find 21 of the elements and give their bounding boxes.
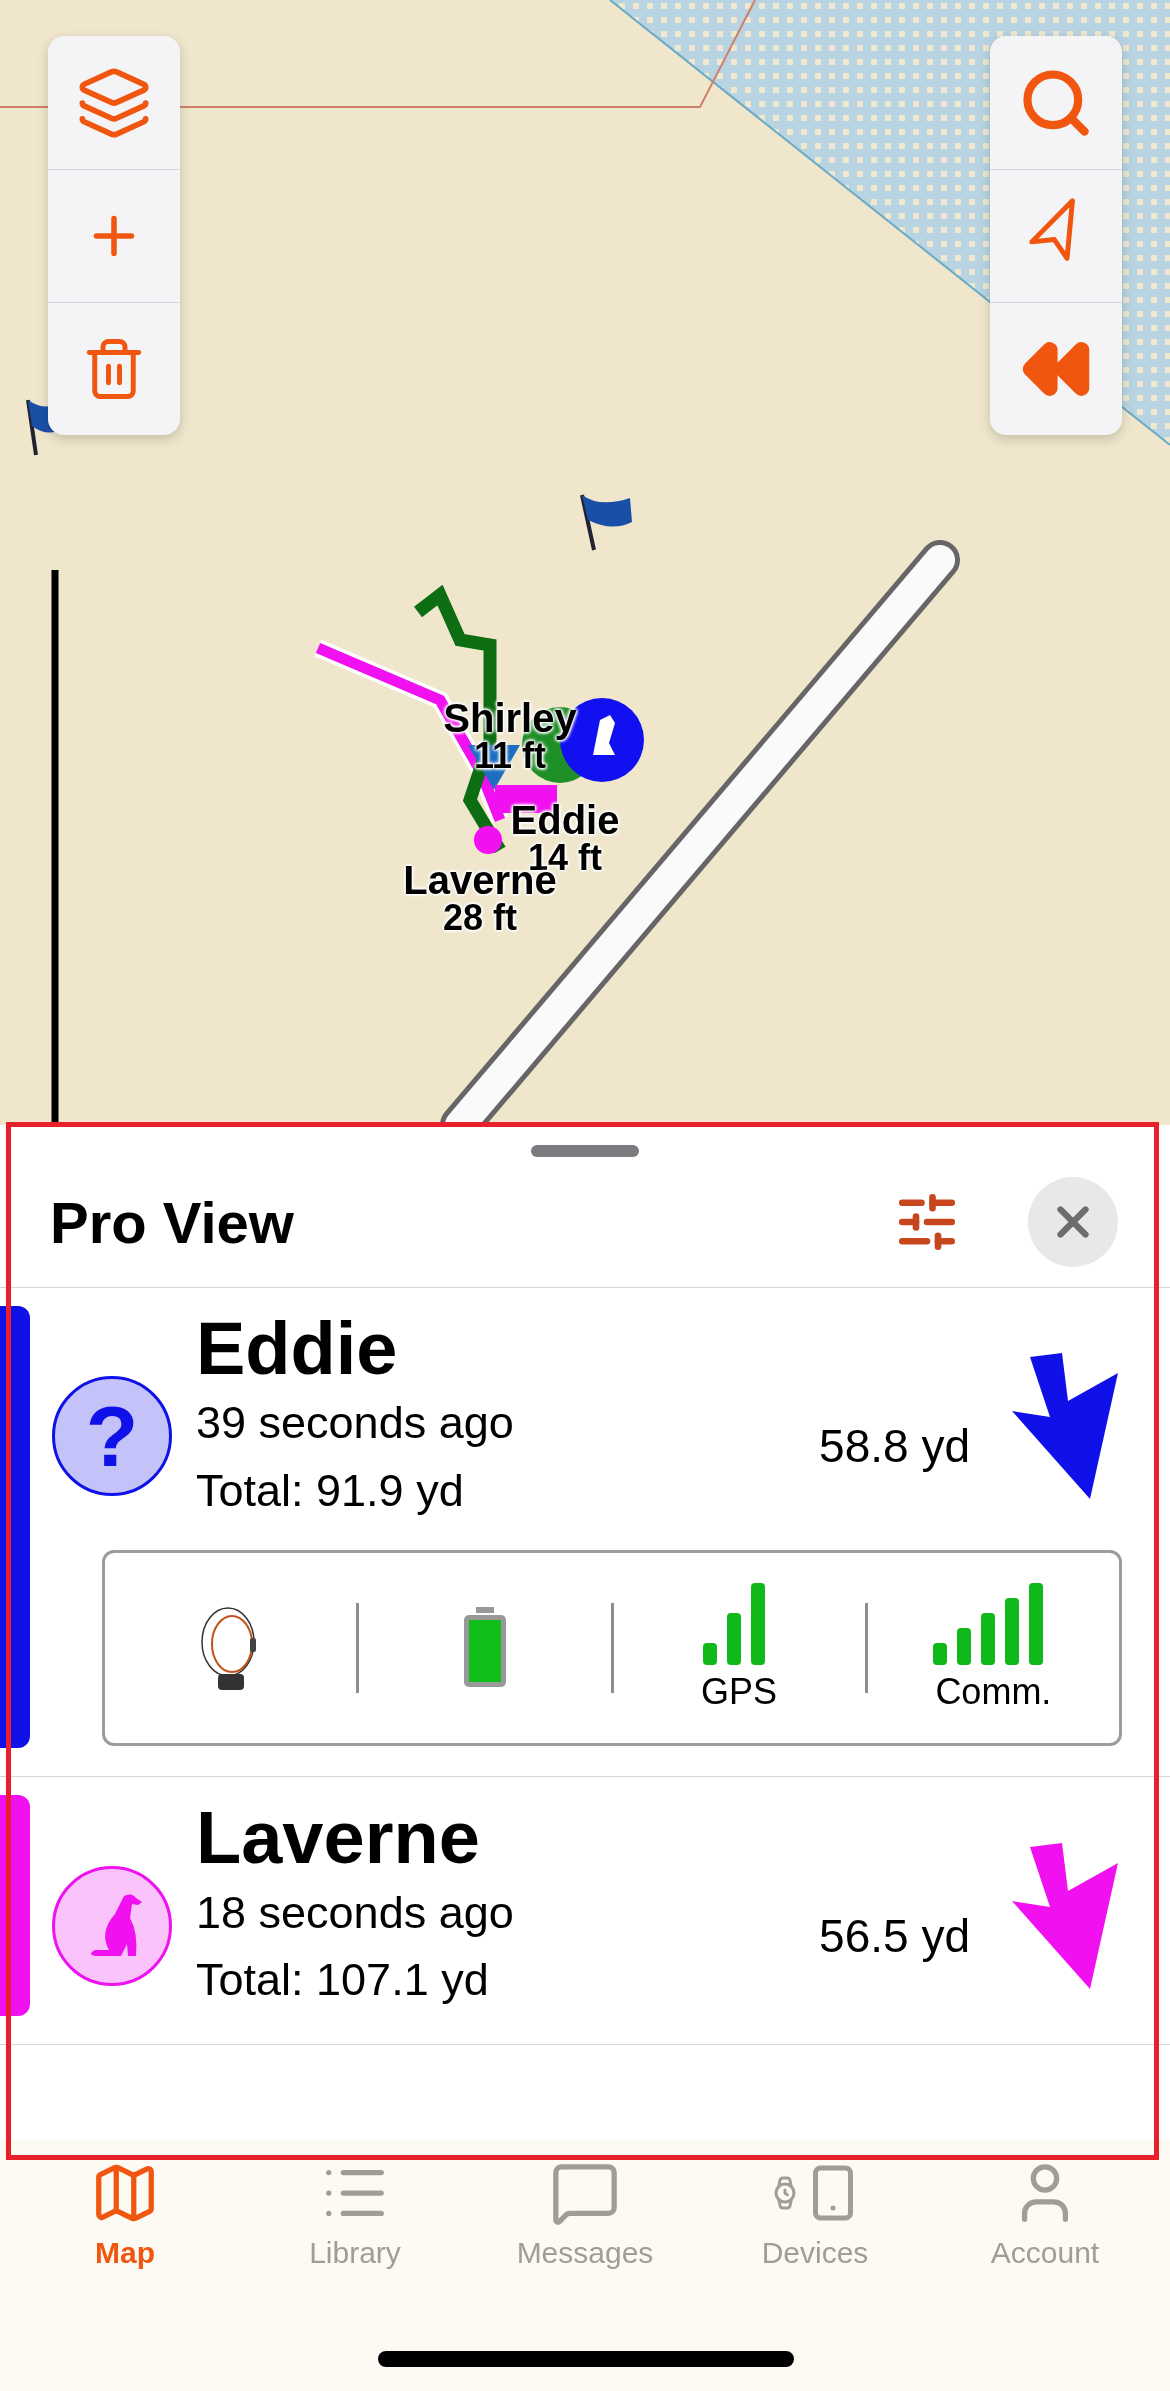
battery-icon xyxy=(461,1607,508,1690)
comm-label: Comm. xyxy=(935,1671,1052,1714)
drag-handle[interactable] xyxy=(531,1145,639,1157)
tab[interactable]: Account xyxy=(945,2158,1145,2288)
tab[interactable]: Library xyxy=(255,2158,455,2288)
total-distance: Total: 107.1 yd xyxy=(196,1953,490,2008)
panel-title: Pro View xyxy=(50,1188,295,1256)
unknown-dog-avatar: ? xyxy=(52,1376,172,1497)
dog-marker-distance: 28 ft xyxy=(443,900,517,936)
total-distance: Total: 91.9 yd xyxy=(196,1463,465,1518)
dog-distance: 56.5 yd xyxy=(819,1908,970,1963)
last-seen: 18 seconds ago xyxy=(196,1885,515,1940)
tab[interactable]: Map xyxy=(25,2158,225,2288)
last-seen: 39 seconds ago xyxy=(196,1396,515,1451)
dog-marker-name: Eddie xyxy=(510,800,620,840)
dog-name: Eddie xyxy=(196,1308,399,1390)
gps-label: GPS xyxy=(701,1671,778,1714)
tab[interactable]: Devices xyxy=(715,2158,915,2288)
dog-name: Laverne xyxy=(196,1797,481,1879)
dog-distance: 58.8 yd xyxy=(819,1419,970,1474)
tab[interactable]: Messages xyxy=(485,2158,685,2288)
